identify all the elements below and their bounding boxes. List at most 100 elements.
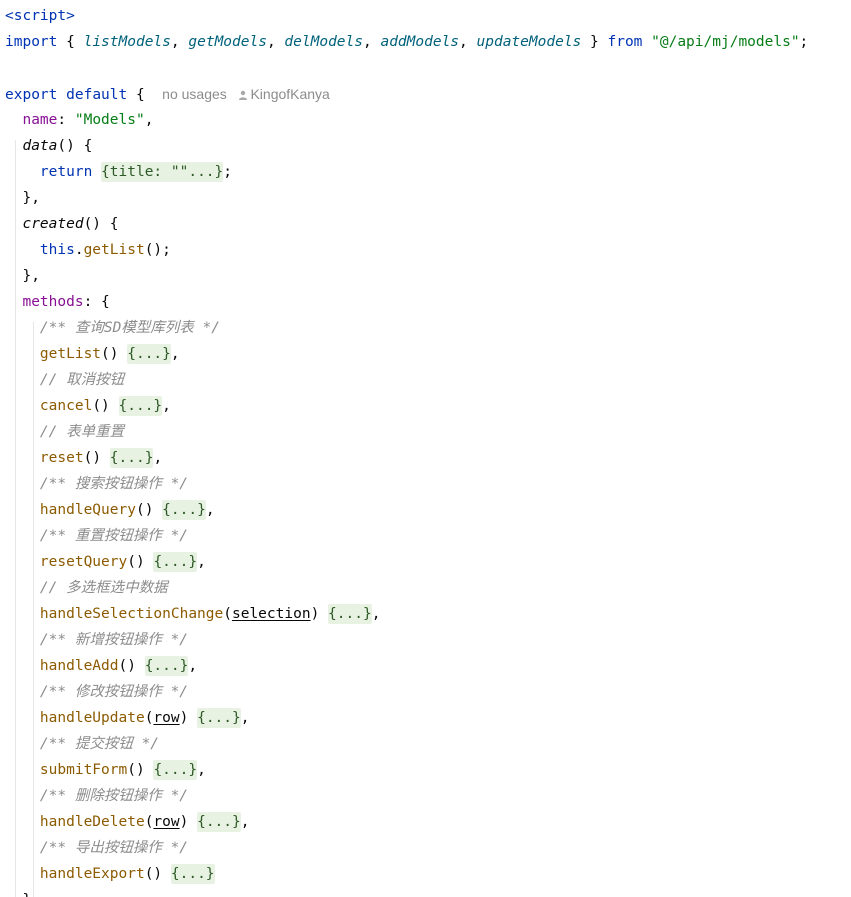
import-path-string[interactable]: "@/api/mj/models" <box>651 34 799 50</box>
closing-brace: }, <box>22 268 40 284</box>
code-line: /** 新增按钮操作 */ <box>5 627 188 653</box>
return-keyword: return <box>39 164 93 180</box>
method-name[interactable]: cancel <box>40 398 92 414</box>
code-comment: /** 查询SD模型库列表 */ <box>39 320 220 336</box>
comma: , <box>170 346 180 362</box>
export-keyword: export <box>5 87 58 103</box>
usages-inlay-hint[interactable]: no usages <box>162 86 227 102</box>
code-line: reset() {...}, <box>5 445 162 471</box>
folded-region[interactable]: {...} <box>127 344 171 364</box>
person-icon <box>238 83 248 100</box>
comma: , <box>197 762 206 778</box>
import-name[interactable]: updateModels <box>477 34 582 50</box>
method-name[interactable]: handleAdd <box>40 658 119 674</box>
folded-region[interactable]: {...} <box>328 604 372 624</box>
code-comment: /** 删除按钮操作 */ <box>39 788 189 804</box>
parens: () { <box>83 216 119 232</box>
getlist-call[interactable]: getList <box>84 242 145 258</box>
code-line: getList() {...}, <box>5 341 180 367</box>
folded-region[interactable]: {...} <box>153 760 198 780</box>
folded-region[interactable]: {...} <box>153 552 198 572</box>
code-line: // 取消按钮 <box>5 367 124 393</box>
folded-region[interactable]: {...} <box>170 864 215 884</box>
colon: : <box>57 112 75 128</box>
comma: , <box>162 398 171 414</box>
import-name[interactable]: getModels <box>188 34 267 50</box>
folded-region[interactable]: {...} <box>197 812 241 832</box>
code-line: handleDelete(row) {...}, <box>5 809 249 835</box>
close-paren: ) <box>92 450 110 466</box>
code-comment: /** 导出按钮操作 */ <box>39 840 189 856</box>
import-name[interactable]: delModels <box>284 34 363 50</box>
comma: , <box>188 658 198 674</box>
method-name[interactable]: handleSelectionChange <box>40 606 223 622</box>
method-name[interactable]: getList <box>40 346 101 362</box>
code-editor[interactable]: <script> import { listModels, getModels,… <box>0 0 851 897</box>
method-name[interactable]: resetQuery <box>40 554 127 570</box>
folded-region[interactable]: {...} <box>162 500 206 520</box>
folded-region[interactable]: {title: ""...} <box>101 162 224 182</box>
brace: { <box>135 87 145 103</box>
folded-region[interactable]: {...} <box>109 448 154 468</box>
comma: , <box>197 554 206 570</box>
author-inlay-hint[interactable]: KingofKanya <box>250 86 329 102</box>
closing-brace: } <box>22 892 31 897</box>
open-paren: ( <box>101 346 110 362</box>
folded-region[interactable]: {...} <box>118 396 163 416</box>
code-line: cancel() {...}, <box>5 393 171 419</box>
close-paren: ) <box>144 502 163 518</box>
comma: , <box>153 450 163 466</box>
close-paren: ) <box>179 710 198 726</box>
method-param: row <box>153 814 180 830</box>
code-line: handleSelectionChange(selection) {...}, <box>5 601 380 627</box>
code-comment: /** 搜索按钮操作 */ <box>39 476 189 492</box>
code-line: /** 查询SD模型库列表 */ <box>5 315 220 341</box>
semicolon: ; <box>799 34 809 50</box>
import-name[interactable]: addModels <box>380 34 459 50</box>
code-line: /** 重置按钮操作 */ <box>5 523 188 549</box>
folded-region[interactable]: {...} <box>197 708 241 728</box>
open-paren: ( <box>223 606 232 622</box>
code-comment: // 取消按钮 <box>39 372 125 388</box>
code-line: }, <box>5 263 40 289</box>
name-property: name <box>22 112 58 128</box>
method-name[interactable]: handleDelete <box>40 814 145 830</box>
code-line: handleUpdate(row) {...}, <box>5 705 249 731</box>
code-line: /** 修改按钮操作 */ <box>5 679 188 705</box>
code-line: // 表单重置 <box>5 419 124 445</box>
method-name[interactable]: reset <box>40 450 84 466</box>
method-name[interactable]: handleExport <box>40 866 145 882</box>
folded-region[interactable]: {...} <box>144 656 189 676</box>
code-line: /** 搜索按钮操作 */ <box>5 471 188 497</box>
method-name[interactable]: handleUpdate <box>40 710 145 726</box>
method-name[interactable]: submitForm <box>40 762 127 778</box>
import-name[interactable]: listModels <box>84 34 171 50</box>
method-name[interactable]: handleQuery <box>40 502 136 518</box>
code-line: import { listModels, getModels, delModel… <box>5 29 808 55</box>
code-comment: // 多选框选中数据 <box>39 580 168 596</box>
comma: , <box>205 502 215 518</box>
code-line: /** 导出按钮操作 */ <box>5 835 188 861</box>
